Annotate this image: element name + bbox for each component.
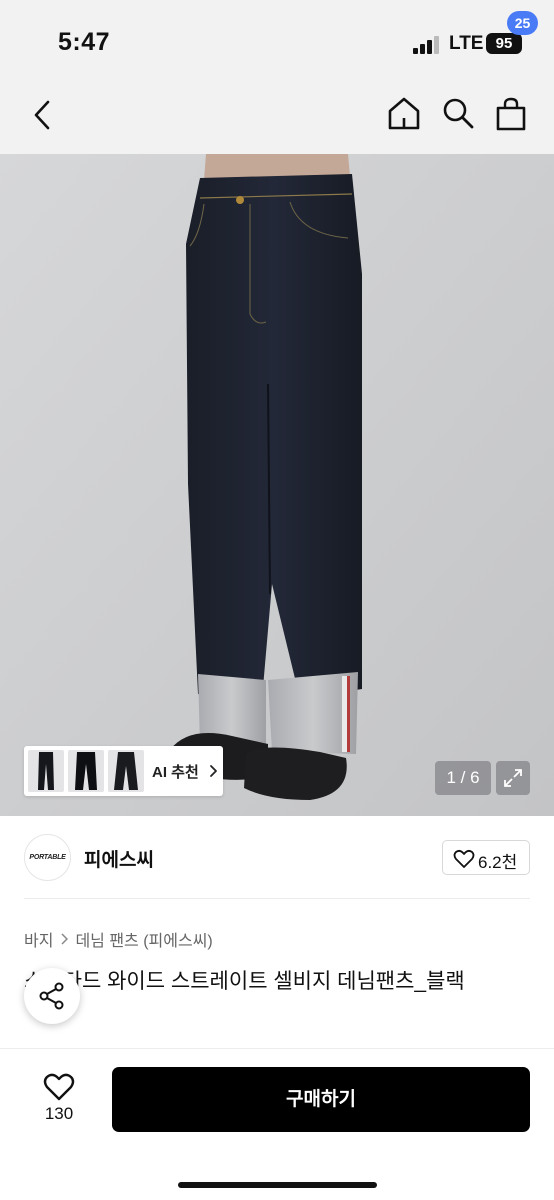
image-page-indicator: 1 / 6 — [435, 761, 491, 795]
divider — [24, 898, 530, 899]
ai-recommend-label[interactable]: AI 추천 — [152, 761, 199, 782]
heart-icon[interactable] — [43, 1072, 75, 1102]
ai-recommend-strip[interactable]: AI 추천 — [24, 746, 223, 796]
signal-icon — [413, 36, 439, 54]
brand-like-button[interactable]: 6.2천 — [442, 840, 530, 875]
shopping-bag-icon[interactable] — [493, 96, 529, 132]
product-image[interactable] — [0, 154, 554, 816]
expand-icon — [504, 769, 522, 787]
recommend-thumb[interactable] — [108, 750, 144, 792]
search-icon[interactable] — [440, 95, 476, 131]
jeans-photo — [0, 154, 554, 816]
network-type: LTE — [449, 33, 484, 54]
brand-logo[interactable]: PORTABLE — [24, 834, 71, 881]
share-button[interactable] — [24, 968, 80, 1024]
breadcrumb: 바지 데님 팬츠 (피에스씨) — [24, 927, 213, 951]
recommend-thumb[interactable] — [68, 750, 104, 792]
status-time: 5:47 — [58, 28, 111, 56]
heart-icon — [453, 849, 475, 868]
cart-badge: 25 — [507, 11, 538, 35]
recommend-thumb[interactable] — [28, 750, 64, 792]
breadcrumb-item[interactable]: 데님 팬츠 (피에스씨) — [75, 927, 212, 951]
brand-name[interactable]: 피에스씨 — [84, 845, 154, 872]
chevron-right-icon — [61, 933, 69, 945]
status-bar: 5:47 LTE 95 — [0, 0, 554, 80]
top-nav-bar — [0, 80, 554, 154]
chevron-left-icon[interactable] — [28, 98, 58, 132]
chevron-right-icon — [210, 765, 217, 777]
home-icon[interactable] — [385, 94, 423, 132]
wish-count: 130 — [44, 1104, 74, 1123]
brand-like-count: 6.2천 — [478, 853, 518, 872]
breadcrumb-item[interactable]: 바지 — [24, 927, 53, 951]
share-icon — [39, 982, 64, 1010]
battery-indicator: 95 — [486, 33, 522, 54]
buy-button[interactable]: 구매하기 — [112, 1067, 530, 1132]
expand-button[interactable] — [496, 761, 530, 795]
product-title: 스탠다드 와이드 스트레이트 셀비지 데님팬츠_블랙 — [24, 970, 465, 993]
home-indicator — [178, 1182, 377, 1188]
